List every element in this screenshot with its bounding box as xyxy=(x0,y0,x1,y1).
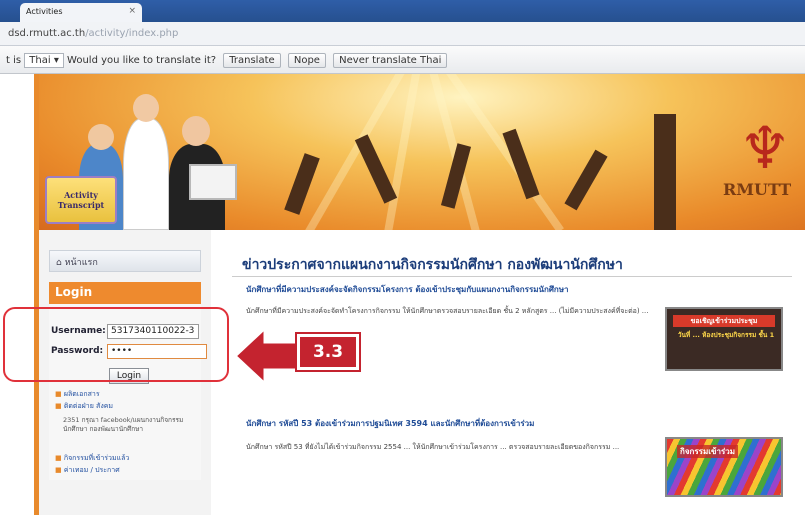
athlete-silhouette xyxy=(502,128,540,200)
url-host: dsd.rmutt.ac.th xyxy=(8,28,86,39)
browser-tab[interactable]: Activities × xyxy=(20,3,142,22)
login-highlight-box xyxy=(3,307,229,382)
translate-bar: t is Thai ▾ Would you like to translate … xyxy=(0,46,805,74)
athlete-silhouette xyxy=(284,153,320,215)
news-title[interactable]: นักศึกษา รหัสปี 53 ต้องเข้าร่วมการปฐมนิเ… xyxy=(246,418,651,429)
logo-emblem-icon: ♆ xyxy=(739,114,791,182)
arrow-left-icon xyxy=(235,328,305,384)
news-title[interactable]: นักศึกษาที่มีความประสงค์จะจัดกิจกรรมโครง… xyxy=(246,284,646,295)
address-bar[interactable]: dsd.rmutt.ac.th/activity/index.php xyxy=(0,22,805,46)
never-translate-button[interactable]: Never translate Thai xyxy=(333,53,448,68)
thumb-heading: กิจกรรมเข้าร่วม xyxy=(677,445,738,458)
student-figure xyxy=(123,118,169,230)
student-head xyxy=(182,116,210,146)
browser-tabstrip: Activities × xyxy=(0,0,805,22)
badge-line1: Activity xyxy=(64,190,98,200)
translate-button[interactable]: Translate xyxy=(223,53,281,68)
university-logo: ♆ RMUTT xyxy=(719,114,805,204)
athlete-silhouette xyxy=(354,134,398,204)
language-select[interactable]: Thai ▾ xyxy=(24,53,64,68)
student-head xyxy=(133,94,159,122)
news-body: นักศึกษา รหัสปี 53 ที่ยังไม่ได้เข้าร่วมก… xyxy=(246,443,620,451)
home-icon: ⌂ xyxy=(56,258,62,268)
tab-close-icon[interactable]: × xyxy=(128,6,136,16)
badge-line2: Transcript xyxy=(57,200,105,210)
news-thumbnail[interactable]: กิจกรรมเข้าร่วม xyxy=(665,437,783,497)
sidebar-link[interactable]: ติดต่อฝ่าย สังคม xyxy=(55,402,113,411)
athlete-silhouette xyxy=(564,149,608,211)
url-path: /activity/index.php xyxy=(85,28,179,39)
site-banner: Activity Transcript ♆ RMUTT xyxy=(39,74,805,230)
language-value: Thai xyxy=(29,55,51,66)
home-label: หน้าแรก xyxy=(64,258,98,268)
thumb-caption: วันที่ ... ห้องประชุมกิจกรรม ชั้น 1 xyxy=(677,331,775,339)
sidebar-link[interactable]: ค่าเทอม / ประกาศ xyxy=(55,466,120,475)
sidebar-link[interactable]: ผลิตเอกสาร xyxy=(55,390,100,399)
news-thumbnail[interactable]: ขอเชิญเข้าร่วมประชุม วันที่ ... ห้องประช… xyxy=(665,307,783,371)
certificate-frame xyxy=(189,164,237,200)
translate-question: Would you like to translate it? xyxy=(67,55,217,66)
divider xyxy=(232,276,792,277)
login-header: Login xyxy=(49,282,201,304)
student-head xyxy=(88,124,114,150)
tree-silhouette xyxy=(654,114,676,230)
thumb-heading: ขอเชิญเข้าร่วมประชุม xyxy=(673,315,775,327)
sidebar-link[interactable]: กิจกรรมที่เข้าร่วมแล้ว xyxy=(55,454,129,463)
contact-text: 2351 กรุณา facebook/แผนกงานกิจกรรม นักศึ… xyxy=(63,416,184,433)
logo-text: RMUTT xyxy=(723,180,792,199)
activity-transcript-badge: Activity Transcript xyxy=(45,176,117,224)
nope-button[interactable]: Nope xyxy=(287,53,326,68)
step-badge: 3.3 xyxy=(297,334,359,370)
tab-title: Activities xyxy=(26,7,63,16)
news-body: นักศึกษาที่มีความประสงค์จะจัดทำโครงการกิ… xyxy=(246,307,649,315)
translate-prefix: t is xyxy=(6,55,22,66)
page-title: ข่าวประกาศจากแผนกงานกิจกรรมนักศึกษา กองพ… xyxy=(242,257,623,273)
home-link[interactable]: ⌂ หน้าแรก xyxy=(49,250,201,272)
